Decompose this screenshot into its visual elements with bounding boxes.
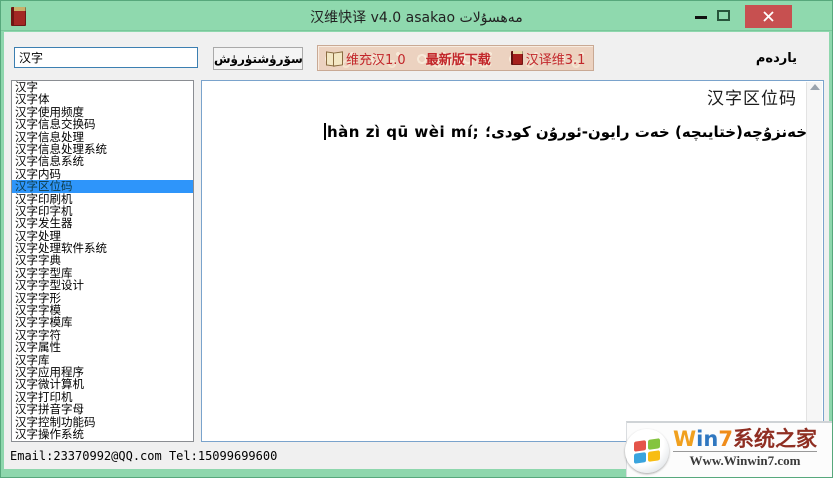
entry-title: 汉字区位码	[707, 89, 797, 109]
brand-url: Www.Winwin7.com	[673, 451, 817, 469]
uyghur-text: خەنزۇچە(ختايىچە) خەت رايون-ئورۇن كودى؛	[485, 123, 808, 141]
list-item[interactable]: 汉字字典	[12, 254, 193, 267]
list-item[interactable]: 汉字发生器	[12, 217, 193, 230]
title-bar: 汉维快译 v4.0 asakao مەھسۇلات	[1, 1, 832, 31]
client-area: سۆرۈشتۈرۈش 维充汉1.0 最新版下载 汉译维3.1 ياردەم 汉字…	[4, 32, 829, 469]
list-item[interactable]: 汉字信息交换码	[12, 118, 193, 131]
app-window: 汉维快译 v4.0 asakao مەھسۇلات سۆرۈشتۈرۈش 维充汉…	[0, 0, 833, 478]
list-item[interactable]: 汉字区位码	[12, 180, 193, 193]
brand-letter: W	[673, 427, 697, 451]
open-book-icon	[326, 52, 343, 65]
menu-item-hanyiwei[interactable]: 汉译维3.1	[510, 49, 586, 68]
brand-letter: n	[703, 427, 719, 451]
result-textarea[interactable]: 汉字区位码 hàn zì qū wèi mí; خەنزۇچە(ختايىچە) …	[201, 80, 824, 442]
pinyin-text: hàn zì qū wèi mí;	[327, 123, 480, 141]
brand-suffix: 系统之家	[732, 427, 817, 451]
search-button[interactable]: سۆرۈشتۈرۈش	[213, 47, 303, 70]
red-book-icon	[510, 51, 523, 65]
list-item[interactable]: 汉字属性	[12, 341, 193, 354]
list-item[interactable]: 汉字字模库	[12, 316, 193, 329]
close-x-icon	[763, 11, 774, 22]
list-item[interactable]: 汉字字型设计	[12, 279, 193, 292]
scroll-up-icon[interactable]	[810, 84, 820, 90]
list-item[interactable]: 汉字信息系统	[12, 155, 193, 168]
menu-item-label: 汉译维3.1	[525, 52, 586, 68]
menu-item-download[interactable]: 最新版下载	[426, 49, 491, 68]
watermark-text: Win7系统之家 Www.Winwin7.com	[673, 427, 817, 469]
hanzi-list[interactable]: 汉字 汉字体 汉字使用频度 汉字信息交换码 汉字信息处理 汉字信息处理系统 汉字信息系统 汉字…	[11, 80, 194, 442]
list-item[interactable]: 汉字微计算机	[12, 378, 193, 391]
list-item[interactable]: 汉字操作系统	[12, 428, 193, 441]
list-item[interactable]: 汉字拼音字母	[12, 403, 193, 416]
brand-letter: 7	[718, 427, 733, 451]
list-item[interactable]: 汉字体	[12, 93, 193, 106]
menu-item-label: 最新版下载	[425, 52, 491, 68]
text-cursor	[324, 123, 326, 140]
ornate-toolbar: 维充汉1.0 最新版下载 汉译维3.1	[317, 45, 594, 71]
windows-flag-icon	[625, 429, 669, 473]
vertical-scrollbar[interactable]	[806, 82, 822, 440]
translation-line: hàn zì qū wèi mí; خەنزۇچە(ختايىچە) خەت را…	[324, 123, 807, 141]
search-input[interactable]	[14, 47, 198, 68]
window-title: 汉维快译 v4.0 asakao مەھسۇلات	[310, 10, 523, 26]
status-contact-info: Email:23370992@QQ.com Tel:15099699600	[10, 449, 278, 463]
maximize-button[interactable]	[717, 10, 730, 21]
close-button[interactable]	[745, 5, 792, 28]
winwin7-watermark: Win7系统之家 Www.Winwin7.com	[625, 421, 832, 477]
menu-item-label: 维充汉1.0	[346, 52, 406, 68]
menu-item-weichonghan[interactable]: 维充汉1.0	[326, 49, 406, 68]
help-menu[interactable]: ياردەم	[756, 51, 797, 66]
minimize-button[interactable]	[695, 16, 707, 19]
